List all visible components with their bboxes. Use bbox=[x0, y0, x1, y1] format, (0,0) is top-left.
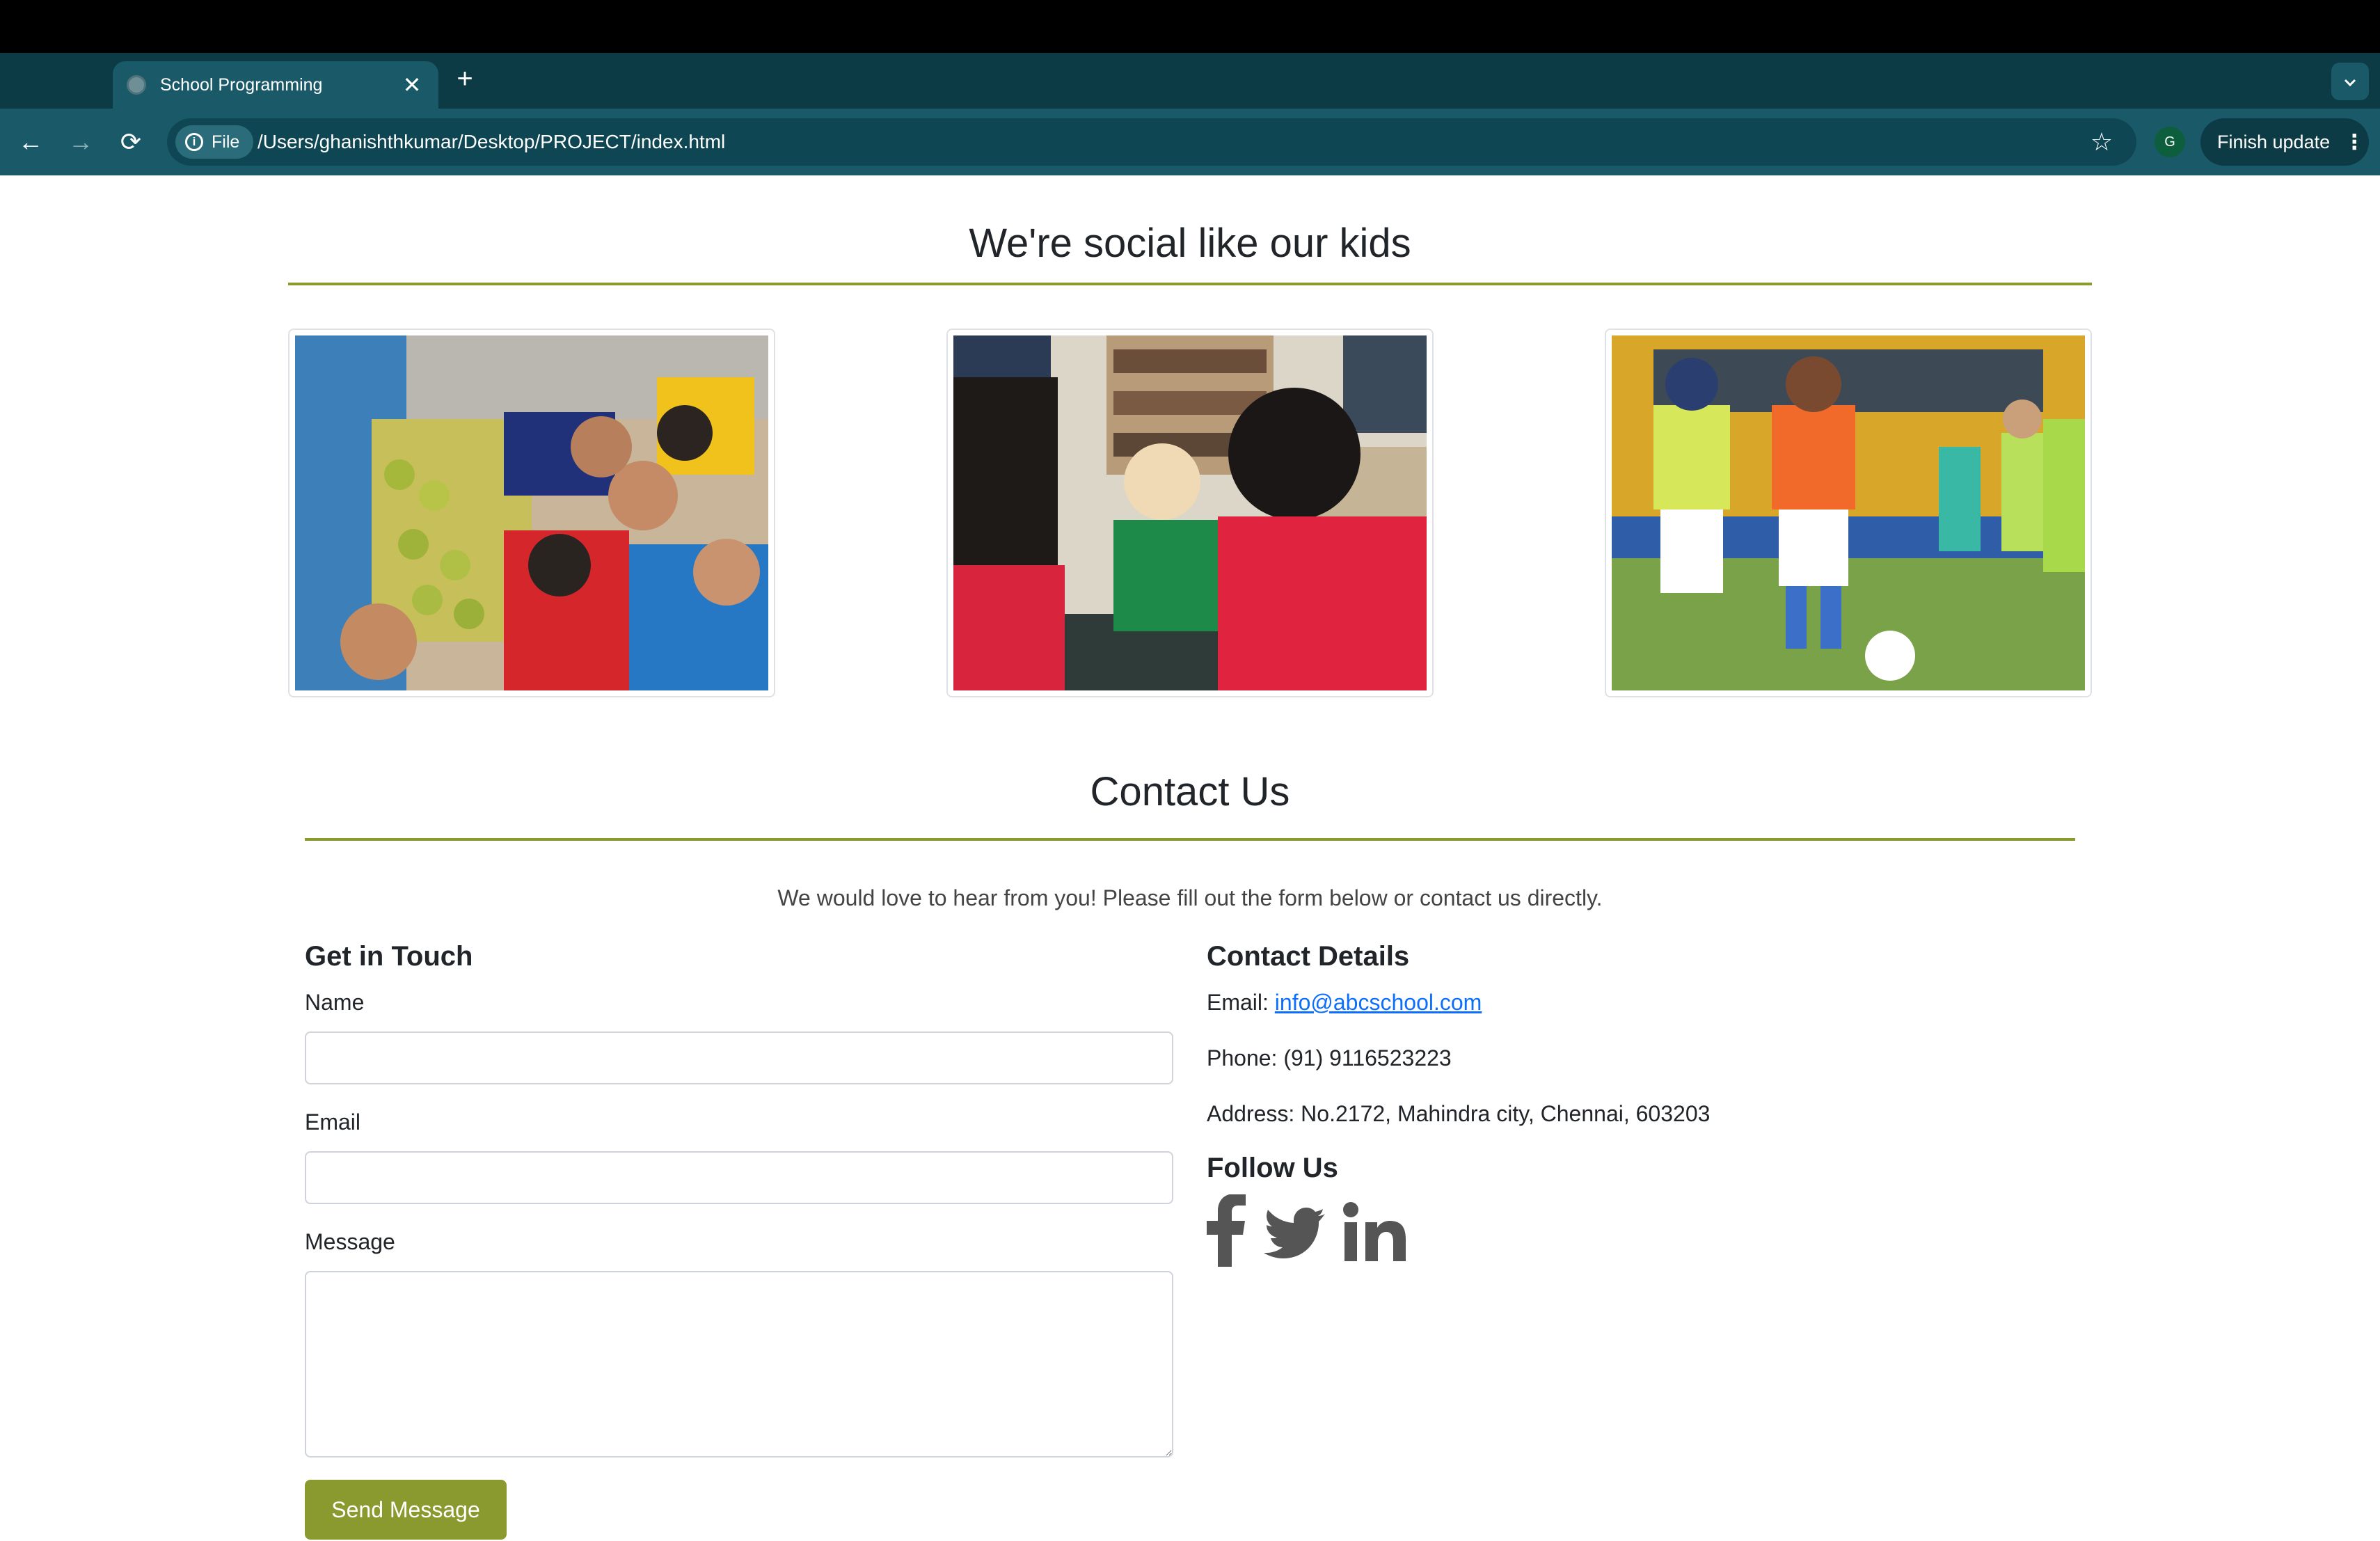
photo-card bbox=[288, 329, 775, 697]
back-button[interactable]: ← bbox=[11, 123, 50, 161]
name-field[interactable] bbox=[305, 1032, 1173, 1084]
site-info-label: File bbox=[212, 132, 240, 152]
finish-update-label: Finish update bbox=[2217, 131, 2331, 152]
message-field[interactable] bbox=[305, 1271, 1173, 1457]
info-icon: i bbox=[185, 133, 203, 151]
contact-address: Address: No.2172, Mahindra city, Chennai… bbox=[1207, 1101, 1711, 1126]
social-section-title: We're social like our kids bbox=[969, 221, 1411, 266]
site-info-chip[interactable]: i File bbox=[175, 125, 254, 159]
url-text[interactable]: /Users/ghanishthkumar/Desktop/PROJECT/in… bbox=[257, 128, 725, 156]
get-in-touch-heading: Get in Touch bbox=[305, 941, 473, 972]
chevron-down-icon bbox=[2344, 79, 2356, 86]
photo-card bbox=[1605, 329, 2092, 697]
tab-title: School Programming bbox=[160, 74, 323, 95]
contact-section-title: Contact Us bbox=[1090, 769, 1290, 814]
contact-phone: Phone: (91) 9116523223 bbox=[1207, 1045, 1452, 1070]
menu-dots-icon: ⋮ bbox=[2344, 130, 2365, 154]
facebook-icon bbox=[1207, 1194, 1246, 1267]
name-label: Name bbox=[305, 990, 365, 1015]
send-message-button[interactable]: Send Message bbox=[305, 1480, 507, 1540]
close-icon[interactable]: ✕ bbox=[398, 71, 426, 99]
students-fruit-activity-photo bbox=[295, 335, 768, 690]
browser-tab[interactable]: School Programming ✕ bbox=[113, 61, 438, 109]
system-top-bar bbox=[0, 0, 2380, 53]
message-label: Message bbox=[305, 1229, 395, 1254]
twitter-icon bbox=[1264, 1208, 1325, 1258]
photo-card bbox=[946, 329, 1434, 697]
email-label: Email bbox=[305, 1109, 361, 1135]
linkedin-link[interactable] bbox=[1343, 1194, 1407, 1267]
students-football-photo bbox=[1612, 335, 2085, 690]
section-divider bbox=[288, 283, 2092, 285]
contact-intro-text: We would love to hear from you! Please f… bbox=[777, 885, 1603, 910]
new-tab-button[interactable]: + bbox=[451, 65, 479, 93]
tab-search-button[interactable] bbox=[2331, 63, 2369, 100]
bookmark-star-icon[interactable]: ☆ bbox=[2085, 125, 2118, 159]
globe-icon bbox=[127, 75, 146, 95]
library-conversation-photo bbox=[953, 335, 1427, 690]
forward-button[interactable]: → bbox=[61, 123, 100, 161]
finish-update-button[interactable]: Finish update ⋮ bbox=[2200, 118, 2369, 166]
profile-avatar[interactable]: G bbox=[2155, 127, 2185, 157]
section-divider bbox=[305, 838, 2075, 841]
contact-email: Email: info@abcschool.com bbox=[1207, 990, 1482, 1016]
twitter-link[interactable] bbox=[1264, 1194, 1326, 1267]
email-prefix: Email: bbox=[1207, 990, 1275, 1015]
reload-button[interactable]: ⟳ bbox=[111, 123, 150, 161]
follow-us-heading: Follow Us bbox=[1207, 1153, 1338, 1183]
email-link[interactable]: info@abcschool.com bbox=[1275, 990, 1482, 1015]
contact-details-heading: Contact Details bbox=[1207, 941, 1410, 972]
email-field[interactable] bbox=[305, 1151, 1173, 1204]
linkedin-icon bbox=[1343, 1202, 1406, 1261]
facebook-link[interactable] bbox=[1207, 1194, 1246, 1267]
